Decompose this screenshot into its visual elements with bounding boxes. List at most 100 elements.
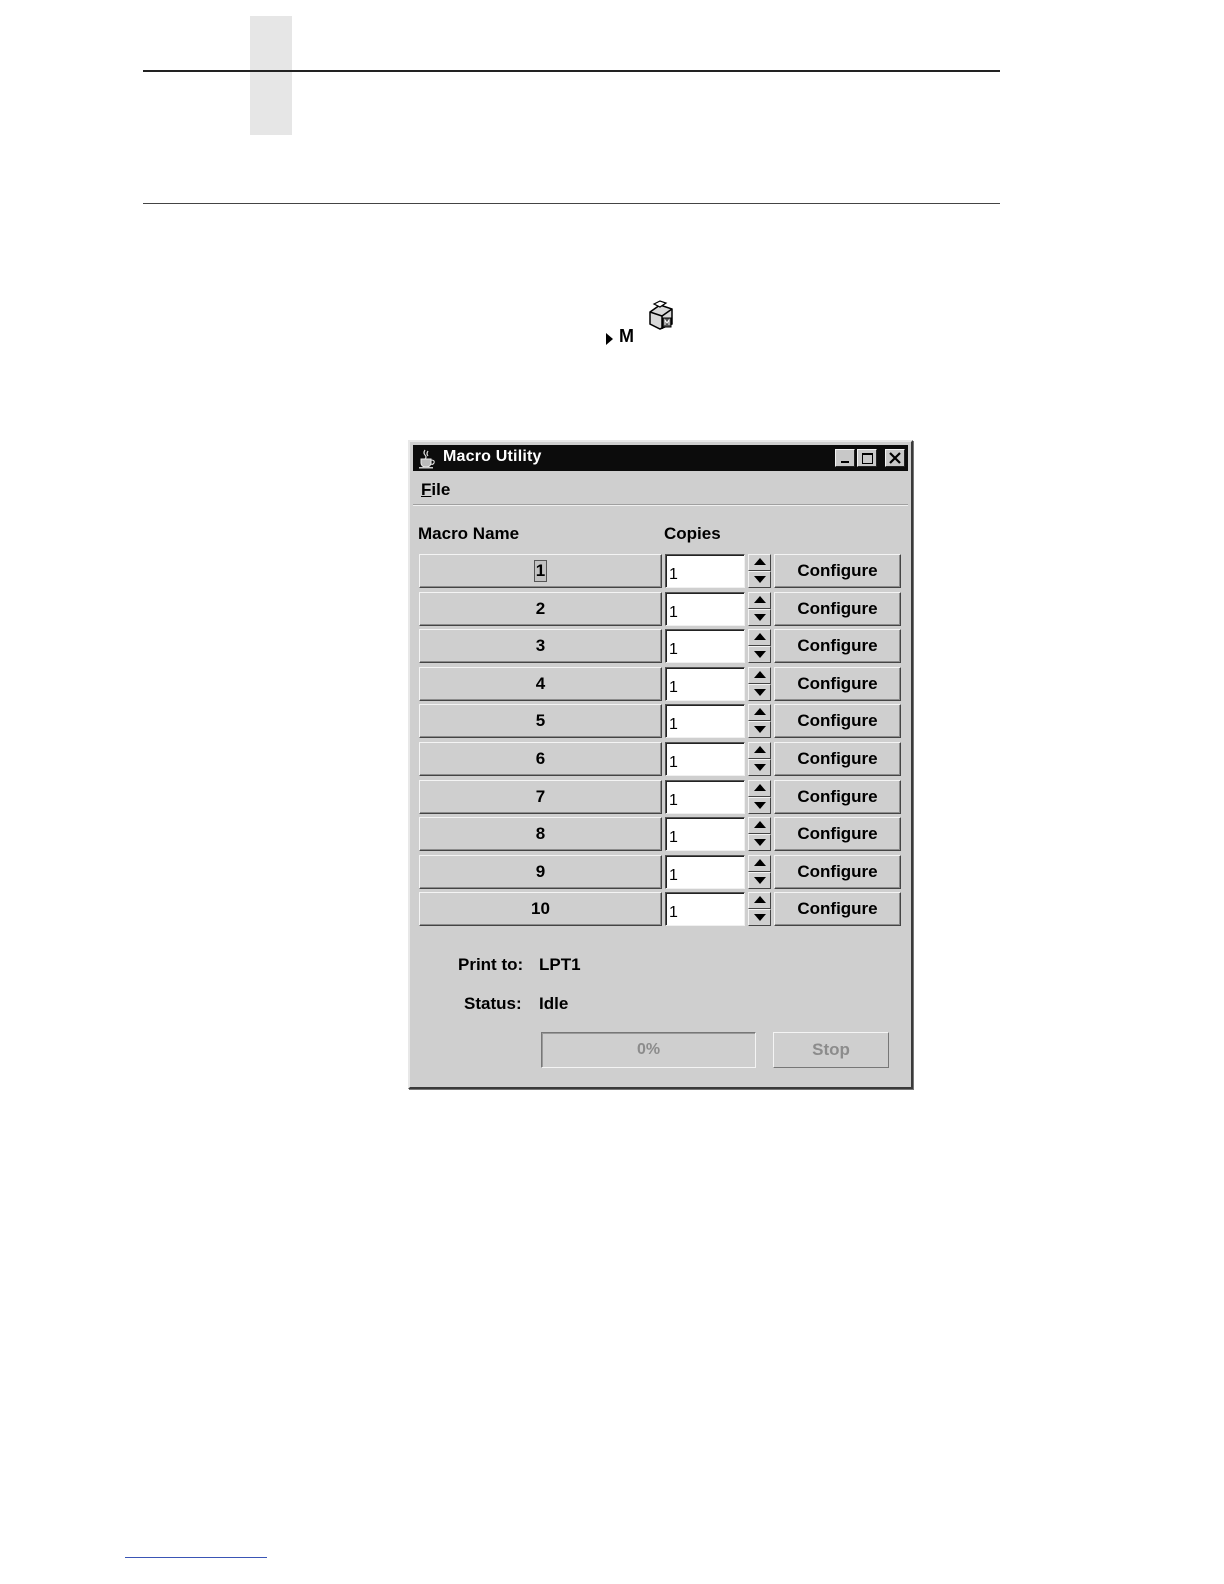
triangle-up-icon <box>754 595 766 603</box>
close-icon <box>889 452 901 464</box>
configure-button[interactable]: Configure <box>774 779 901 814</box>
macro-button[interactable]: 1 <box>419 554 662 588</box>
macro-button[interactable]: 3 <box>419 629 662 664</box>
macro-button[interactable]: 2 <box>419 591 662 626</box>
triangle-up-icon <box>754 745 766 753</box>
macro-row: 9 Configure <box>419 854 902 892</box>
spinner-down-button[interactable] <box>748 721 771 739</box>
configure-button[interactable]: Configure <box>774 854 901 889</box>
progress-text: 0% <box>636 1041 661 1058</box>
close-button[interactable] <box>885 449 905 467</box>
macro-button[interactable]: 5 <box>419 704 662 739</box>
triangle-down-icon <box>754 801 766 809</box>
spinner-up-button[interactable] <box>748 704 771 722</box>
copies-input[interactable] <box>665 666 745 701</box>
spinner-up-button[interactable] <box>748 591 771 609</box>
macro-button-label: 7 <box>535 786 546 806</box>
macro-button-label: 4 <box>535 673 546 693</box>
configure-button[interactable]: Configure <box>774 666 901 701</box>
copies-spinner <box>748 666 771 701</box>
copies-input[interactable] <box>665 554 745 588</box>
spinner-up-button[interactable] <box>748 666 771 684</box>
copies-input[interactable] <box>665 629 745 664</box>
configure-button[interactable]: Configure <box>774 704 901 739</box>
window-title: Macro Utility <box>443 448 542 465</box>
spinner-down-button[interactable] <box>748 571 771 588</box>
macro-printer-icon <box>646 300 678 335</box>
triangle-up-icon <box>754 633 766 641</box>
spinner-up-button[interactable] <box>748 741 771 759</box>
spinner-down-button[interactable] <box>748 834 771 852</box>
spinner-down-button[interactable] <box>748 608 771 626</box>
macro-row: 4 Configure <box>419 666 902 704</box>
macro-button[interactable]: 6 <box>419 741 662 776</box>
macro-list: 1 Configure 2 Configure 3 Configure 4 Configure… <box>419 553 902 929</box>
copies-input[interactable] <box>665 741 745 776</box>
triangle-down-icon <box>754 613 766 621</box>
macro-button-label: 6 <box>535 748 546 768</box>
spinner-up-button[interactable] <box>748 779 771 797</box>
triangle-up-icon <box>754 783 766 791</box>
macro-row: 2 Configure <box>419 591 902 629</box>
triangle-down-icon <box>754 726 766 734</box>
minimize-button[interactable] <box>835 449 855 467</box>
macro-button[interactable]: 7 <box>419 779 662 814</box>
copies-spinner <box>748 741 771 776</box>
title-bar[interactable]: Macro Utility <box>413 445 908 471</box>
copies-input[interactable] <box>665 591 745 626</box>
triangle-down-icon <box>754 876 766 884</box>
macro-row: 1 Configure <box>419 553 902 591</box>
triangle-up-icon <box>754 708 766 716</box>
macro-button[interactable]: 10 <box>419 892 662 927</box>
print-to-value: LPT1 <box>539 955 581 974</box>
configure-button[interactable]: Configure <box>774 741 901 776</box>
maximize-button[interactable] <box>857 449 877 467</box>
macro-row: 10 Configure <box>419 891 902 929</box>
triangle-up-icon <box>754 858 766 866</box>
spinner-down-button[interactable] <box>748 758 771 776</box>
configure-button[interactable]: Configure <box>774 892 901 927</box>
copies-spinner <box>748 817 771 852</box>
spinner-down-button[interactable] <box>748 909 771 927</box>
copies-spinner <box>748 554 771 588</box>
configure-button[interactable]: Configure <box>774 554 901 588</box>
macro-button[interactable]: 8 <box>419 817 662 852</box>
macro-button[interactable]: 4 <box>419 666 662 701</box>
stop-button[interactable]: Stop <box>773 1032 889 1068</box>
macro-row: 5 Configure <box>419 703 902 741</box>
launcher-label: M <box>619 326 634 346</box>
minimize-icon <box>841 461 849 463</box>
spinner-up-button[interactable] <box>748 629 771 647</box>
triangle-down-icon <box>754 763 766 771</box>
menu-file-label: ile <box>431 480 451 499</box>
spinner-down-button[interactable] <box>748 796 771 814</box>
spinner-down-button[interactable] <box>748 646 771 664</box>
configure-button[interactable]: Configure <box>774 629 901 664</box>
copies-spinner <box>748 854 771 889</box>
copies-input[interactable] <box>665 704 745 739</box>
macro-button-label: 2 <box>535 598 546 618</box>
chapter-tab <box>250 16 292 135</box>
macro-row: 3 Configure <box>419 628 902 666</box>
copies-spinner <box>748 629 771 664</box>
arrow-bullet-icon <box>606 333 613 345</box>
spinner-up-button[interactable] <box>748 817 771 835</box>
macro-button[interactable]: 9 <box>419 854 662 889</box>
macro-button-label: 9 <box>535 861 546 881</box>
copies-header: Copies <box>664 524 721 543</box>
copies-input[interactable] <box>665 892 745 927</box>
copies-input[interactable] <box>665 779 745 814</box>
spinner-down-button[interactable] <box>748 683 771 701</box>
configure-button[interactable]: Configure <box>774 817 901 852</box>
macro-utility-window: Macro Utility File Macro Name Copies 1 Co… <box>408 440 913 1089</box>
spinner-up-button[interactable] <box>748 554 771 571</box>
spinner-up-button[interactable] <box>748 892 771 910</box>
copies-input[interactable] <box>665 854 745 889</box>
copies-spinner <box>748 779 771 814</box>
configure-button[interactable]: Configure <box>774 591 901 626</box>
spinner-down-button[interactable] <box>748 871 771 889</box>
triangle-up-icon <box>754 670 766 678</box>
menu-file[interactable]: File <box>421 480 450 500</box>
spinner-up-button[interactable] <box>748 854 771 872</box>
copies-input[interactable] <box>665 817 745 852</box>
